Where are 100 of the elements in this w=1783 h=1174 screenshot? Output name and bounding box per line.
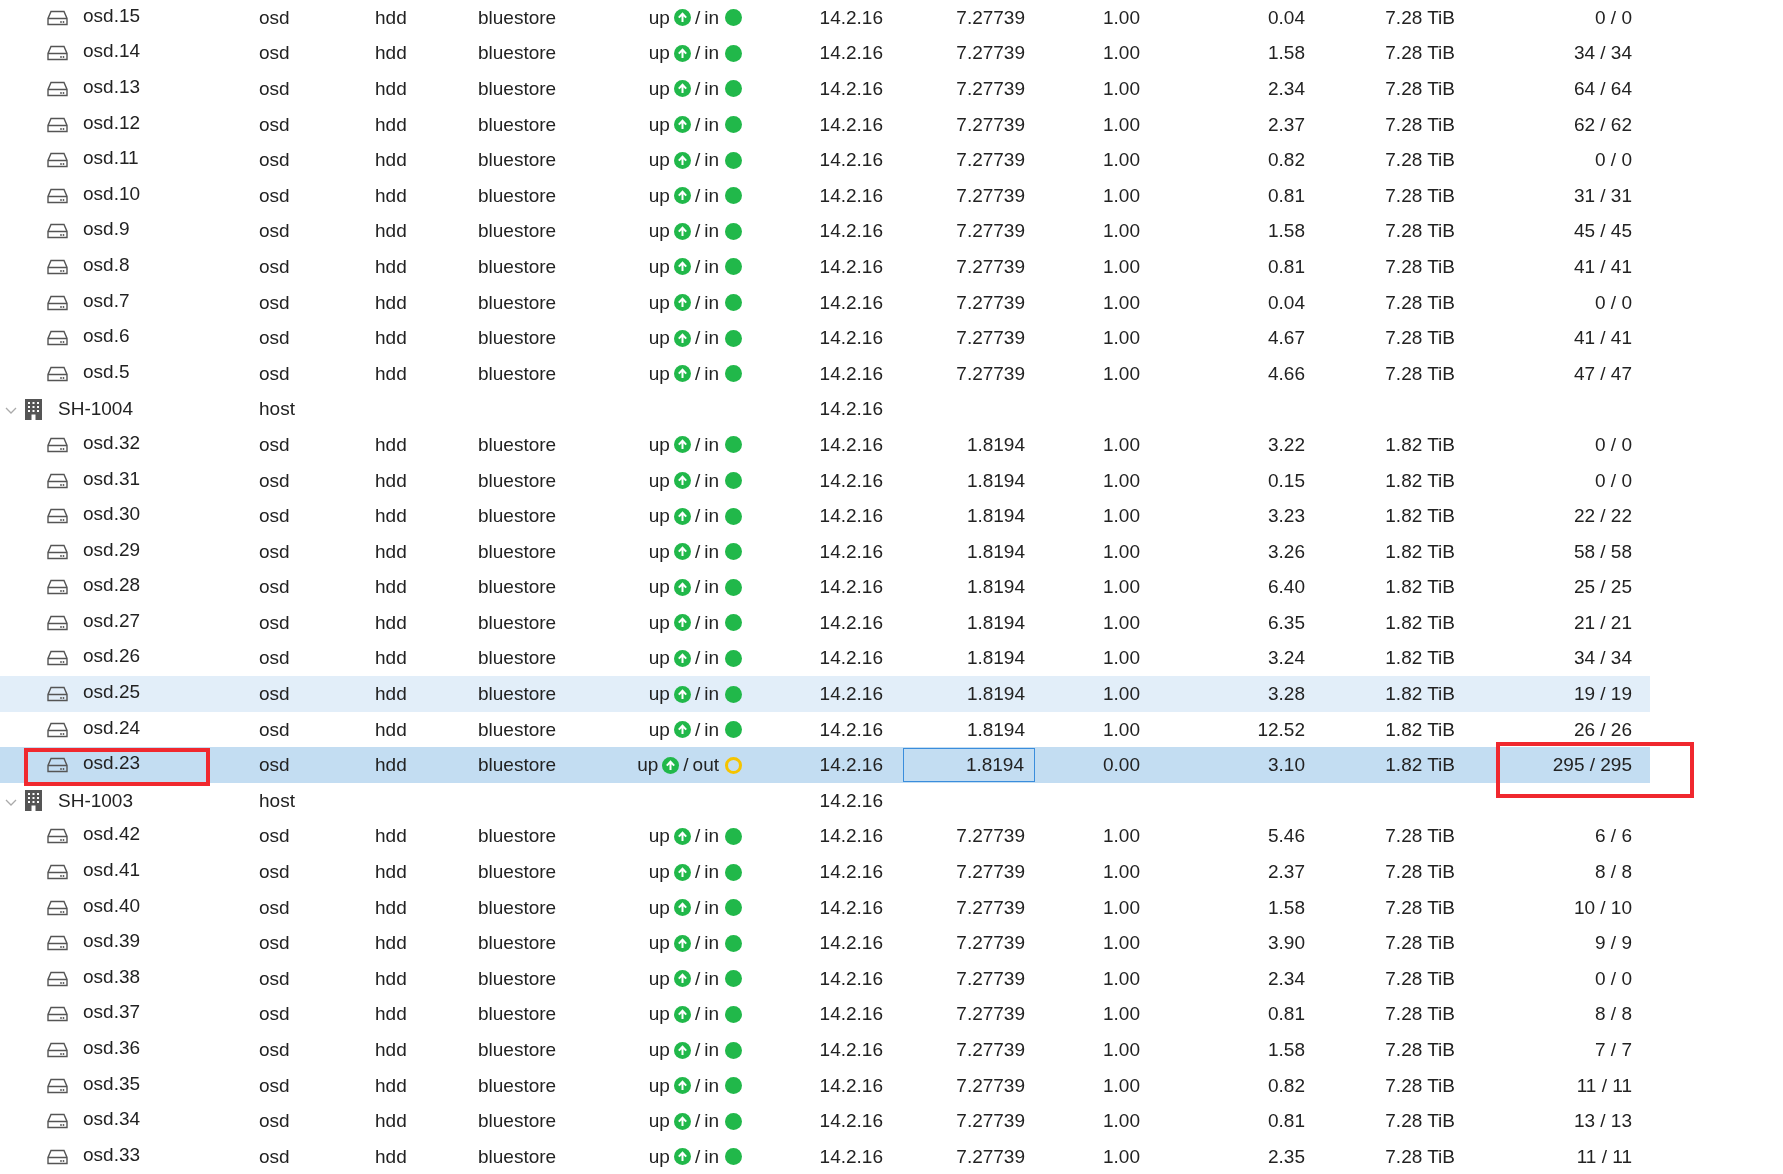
table-row[interactable]: osd.38 osd hdd bluestore up / in 14.2.16 7.27739 1.00 2.34 7.28 TiB 0 / 0 bbox=[0, 961, 1650, 997]
table-row[interactable]: osd.26 osd hdd bluestore up / in 14.2.16 1.8194 1.00 3.24 1.82 TiB 34 / 34 bbox=[0, 640, 1650, 677]
reweight-text: 0.00 bbox=[1103, 754, 1140, 777]
osd-name: osd.27 bbox=[83, 609, 141, 632]
version-text: 14.2.16 bbox=[819, 825, 883, 848]
total-text: 7.28 TiB bbox=[1385, 896, 1455, 919]
table-row[interactable]: SH-1004 host 14.2.16 bbox=[0, 391, 1650, 428]
table-row[interactable]: osd.39 osd hdd bluestore up / in 14.2.16 7.27739 1.00 3.90 7.28 TiB 9 / 9 bbox=[0, 925, 1650, 962]
hard-drive-icon bbox=[47, 116, 68, 133]
pgs-text: 58 / 58 bbox=[1573, 540, 1632, 563]
reweight-text: 1.00 bbox=[1103, 255, 1140, 278]
table-row[interactable]: osd.25 osd hdd bluestore up / in 14.2.16 1.8194 1.00 3.28 1.82 TiB 19 / 19 bbox=[0, 676, 1650, 712]
osd-type-text: bluestore bbox=[478, 861, 557, 884]
pgs-text: 7 / 7 bbox=[1595, 1039, 1632, 1061]
table-row[interactable]: osd.41 osd hdd bluestore up / in 14.2.16 7.27739 1.00 2.37 7.28 TiB 8 / 8 bbox=[0, 854, 1650, 890]
class-text: hdd bbox=[375, 683, 407, 706]
separator-text: / bbox=[694, 1003, 701, 1026]
table-row[interactable]: osd.33 osd hdd bluestore up / in 14.2.16 7.27739 1.00 2.35 7.28 TiB 11 / 11 bbox=[0, 1139, 1650, 1174]
status-up-text: up bbox=[648, 220, 670, 243]
table-row[interactable]: osd.30 osd hdd bluestore up / in 14.2.16 1.8194 1.00 3.23 1.82 TiB 22 / 22 bbox=[0, 498, 1650, 534]
used-percent-text: 3.10 bbox=[1268, 754, 1305, 777]
chevron-icon[interactable] bbox=[5, 407, 17, 416]
table-row[interactable]: SH-1003 host 14.2.16 bbox=[0, 783, 1650, 819]
table-row[interactable]: osd.36 osd hdd bluestore up / in 14.2.16 7.27739 1.00 1.58 7.28 TiB 7 / 7 bbox=[0, 1032, 1650, 1068]
type-text: osd bbox=[259, 505, 290, 528]
status-up-text: up bbox=[648, 1110, 670, 1133]
weight-text: 7.27739 bbox=[956, 220, 1025, 243]
table-row[interactable]: osd.14 osd hdd bluestore up / in 14.2.16 7.27739 1.00 1.58 7.28 TiB 34 / 34 bbox=[0, 35, 1650, 72]
version-text: 14.2.16 bbox=[819, 1074, 883, 1097]
table-row[interactable]: osd.42 osd hdd bluestore up / in 14.2.16 7.27739 1.00 5.46 7.28 TiB 6 / 6 bbox=[0, 818, 1650, 855]
osd-type-text: bluestore bbox=[478, 576, 557, 599]
table-row[interactable]: osd.23 osd hdd bluestore up / out 14.2.16 1.8194 0.00 3.10 1.82 TiB 295 / 295 bbox=[0, 747, 1650, 784]
used-percent-text: 0.81 bbox=[1268, 255, 1305, 278]
class-text: hdd bbox=[375, 754, 407, 777]
reweight-text: 1.00 bbox=[1103, 1074, 1140, 1097]
class-text: hdd bbox=[375, 611, 407, 634]
table-row[interactable]: osd.11 osd hdd bluestore up / in 14.2.16 7.27739 1.00 0.82 7.28 TiB 0 / 0 bbox=[0, 142, 1650, 178]
reweight-text: 1.00 bbox=[1103, 505, 1140, 528]
table-row[interactable]: osd.28 osd hdd bluestore up / in 14.2.16 1.8194 1.00 6.40 1.82 TiB 25 / 25 bbox=[0, 569, 1650, 606]
version-text: 14.2.16 bbox=[819, 505, 883, 528]
table-row[interactable]: osd.24 osd hdd bluestore up / in 14.2.16 1.8194 1.00 12.52 1.82 TiB 26 / 26 bbox=[0, 711, 1650, 748]
status-in-text: in bbox=[704, 433, 719, 456]
osd-name: osd.13 bbox=[83, 76, 141, 98]
total-text: 7.28 TiB bbox=[1385, 1110, 1455, 1133]
table-row[interactable]: osd.7 osd hdd bluestore up / in 14.2.16 7.27739 1.00 0.04 7.28 TiB 0 / 0 bbox=[0, 284, 1650, 321]
table-row[interactable]: osd.32 osd hdd bluestore up / in 14.2.16 1.8194 1.00 3.22 1.82 TiB 0 / 0 bbox=[0, 427, 1650, 463]
table-row[interactable]: osd.13 osd hdd bluestore up / in 14.2.16 7.27739 1.00 2.34 7.28 TiB 64 / 64 bbox=[0, 71, 1650, 107]
table-row[interactable]: osd.9 osd hdd bluestore up / in 14.2.16 7.27739 1.00 1.58 7.28 TiB 45 / 45 bbox=[0, 213, 1650, 250]
osd-type-text: bluestore bbox=[478, 433, 557, 456]
table-row[interactable]: osd.5 osd hdd bluestore up / in 14.2.16 7.27739 1.00 4.66 7.28 TiB 47 / 47 bbox=[0, 355, 1650, 392]
table-row[interactable]: osd.15 osd hdd bluestore up / in 14.2.16 7.27739 1.00 0.04 7.28 TiB 0 / 0 bbox=[0, 0, 1650, 36]
pgs-text: 8 / 8 bbox=[1595, 1003, 1632, 1026]
table-row[interactable]: osd.6 osd hdd bluestore up / in 14.2.16 7.27739 1.00 4.67 7.28 TiB 41 / 41 bbox=[0, 320, 1650, 356]
version-text: 14.2.16 bbox=[819, 291, 883, 314]
table-row[interactable]: osd.34 osd hdd bluestore up / in 14.2.16 7.27739 1.00 0.81 7.28 TiB 13 / 13 bbox=[0, 1103, 1650, 1139]
version-text: 14.2.16 bbox=[819, 718, 883, 741]
status-up-text: up bbox=[637, 754, 659, 777]
class-text: hdd bbox=[375, 42, 407, 65]
hard-drive-icon bbox=[47, 543, 68, 560]
class-text: hdd bbox=[375, 1003, 407, 1026]
pgs-text: 62 / 62 bbox=[1573, 113, 1632, 136]
chevron-icon[interactable] bbox=[5, 798, 17, 807]
class-text: hdd bbox=[375, 6, 407, 29]
version-text: 14.2.16 bbox=[819, 1039, 883, 1061]
type-text: osd bbox=[259, 825, 290, 848]
osd-type-text: bluestore bbox=[478, 683, 557, 706]
type-text: osd bbox=[259, 184, 290, 207]
focused-cell[interactable]: 1.8194 bbox=[903, 748, 1035, 783]
used-percent-text: 4.67 bbox=[1268, 327, 1305, 350]
used-percent-text: 3.26 bbox=[1268, 540, 1305, 563]
used-percent-text: 3.28 bbox=[1268, 683, 1305, 706]
status-in-text: in bbox=[704, 1039, 719, 1061]
reweight-text: 1.00 bbox=[1103, 967, 1140, 990]
pgs-text: 8 / 8 bbox=[1595, 861, 1632, 884]
version-text: 14.2.16 bbox=[819, 42, 883, 65]
used-percent-text: 2.37 bbox=[1268, 113, 1305, 136]
table-row[interactable]: osd.12 osd hdd bluestore up / in 14.2.16 7.27739 1.00 2.37 7.28 TiB 62 / 62 bbox=[0, 106, 1650, 143]
table-row[interactable]: osd.29 osd hdd bluestore up / in 14.2.16 1.8194 1.00 3.26 1.82 TiB 58 / 58 bbox=[0, 533, 1650, 570]
separator-text: / bbox=[694, 433, 701, 456]
table-row[interactable]: osd.40 osd hdd bluestore up / in 14.2.16 7.27739 1.00 1.58 7.28 TiB 10 / 10 bbox=[0, 889, 1650, 926]
table-row[interactable]: osd.10 osd hdd bluestore up / in 14.2.16 7.27739 1.00 0.81 7.28 TiB 31 / 31 bbox=[0, 177, 1650, 214]
table-row[interactable]: osd.31 osd hdd bluestore up / in 14.2.16 1.8194 1.00 0.15 1.82 TiB 0 / 0 bbox=[0, 462, 1650, 499]
class-text: hdd bbox=[375, 1039, 407, 1061]
status-in-text: in bbox=[704, 1074, 719, 1097]
reweight-text: 1.00 bbox=[1103, 611, 1140, 634]
total-text: 1.82 TiB bbox=[1385, 576, 1455, 599]
hard-drive-icon bbox=[47, 9, 68, 26]
used-percent-text: 2.34 bbox=[1268, 78, 1305, 100]
pgs-text: 13 / 13 bbox=[1573, 1110, 1632, 1133]
table-row[interactable]: osd.37 osd hdd bluestore up / in 14.2.16 7.27739 1.00 0.81 7.28 TiB 8 / 8 bbox=[0, 996, 1650, 1033]
reweight-text: 1.00 bbox=[1103, 327, 1140, 350]
table-row[interactable]: osd.27 osd hdd bluestore up / in 14.2.16 1.8194 1.00 6.35 1.82 TiB 21 / 21 bbox=[0, 605, 1650, 641]
osd-name: osd.28 bbox=[83, 574, 141, 597]
table-row[interactable]: osd.8 osd hdd bluestore up / in 14.2.16 7.27739 1.00 0.81 7.28 TiB 41 / 41 bbox=[0, 249, 1650, 285]
type-text: osd bbox=[259, 576, 290, 599]
osd-type-text: bluestore bbox=[478, 540, 557, 563]
version-text: 14.2.16 bbox=[819, 255, 883, 278]
table-row[interactable]: osd.35 osd hdd bluestore up / in 14.2.16 7.27739 1.00 0.82 7.28 TiB 11 / 11 bbox=[0, 1067, 1650, 1104]
status-up-text: up bbox=[648, 255, 670, 278]
status-in-text: in bbox=[704, 1003, 719, 1026]
